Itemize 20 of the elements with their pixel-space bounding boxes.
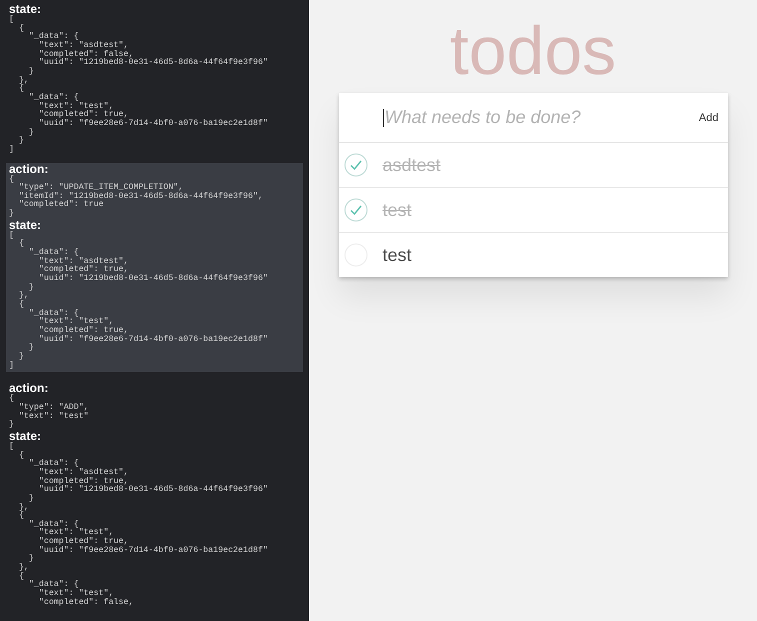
log-label: state: [9,3,42,16]
log-label: state: [9,430,42,443]
log-entry-highlight[interactable] [6,162,303,372]
log-label: action: [9,382,50,396]
app-title: todos [450,12,616,90]
todo-text: test [382,200,412,220]
todo-text: asdtest [382,154,441,176]
text-cursor [382,108,384,126]
todo-text: test [382,244,412,266]
log-label: action: [9,162,50,176]
checked-circle-icon[interactable] [344,198,368,222]
log-label: state: [9,218,42,232]
add-button[interactable]: Add [690,108,728,128]
code-text: [ { "_data": { "text": "asdtest", "completed": true, "uuid": "1219bed8-0e31-46d5-8d6a-44f64f9e3f96" } }, { "_data": { "text": "test", "completed": true, "uuid": "f9ee28e6-7d14-4bf0-a076-ba19ec2e1d8f" } }, { "_data": { "text": "test", "completed": false, [9,442,269,608]
new-todo-field[interactable]: What needs to be done? [384,107,690,128]
code-text: [ { "_data": { "text": "asdtest", "completed": false, "uuid": "1219bed8-0e31-46d5-8d6a-44f64f9e3f96" } }, { "_data": { "text": "test", "completed": true, "uuid": "f9ee28e6-7d14-4bf0-a076-ba19ec2e1d8f" } } ] [9,16,269,154]
code-text: { "type": "UPDATE_ITEM_COMPLETION", "itemId": "1219bed8-0e31-46d5-8d6a-44f64f9e3f96", "completed": true } [9,176,264,219]
code-text: { "type": "ADD", "text": "test" } [9,395,90,430]
checked-circle-icon[interactable] [344,153,368,177]
code-text: [ { "_data": { "text": "asdtest", "completed": true, "uuid": "1219bed8-0e31-46d5-8d6a-44f64f9e3f96" } }, { "_data": { "text": "test", "completed": true, "uuid": "f9ee28e6-7d14-4bf0-a076-ba19ec2e1d8f" } } ] [9,232,269,370]
